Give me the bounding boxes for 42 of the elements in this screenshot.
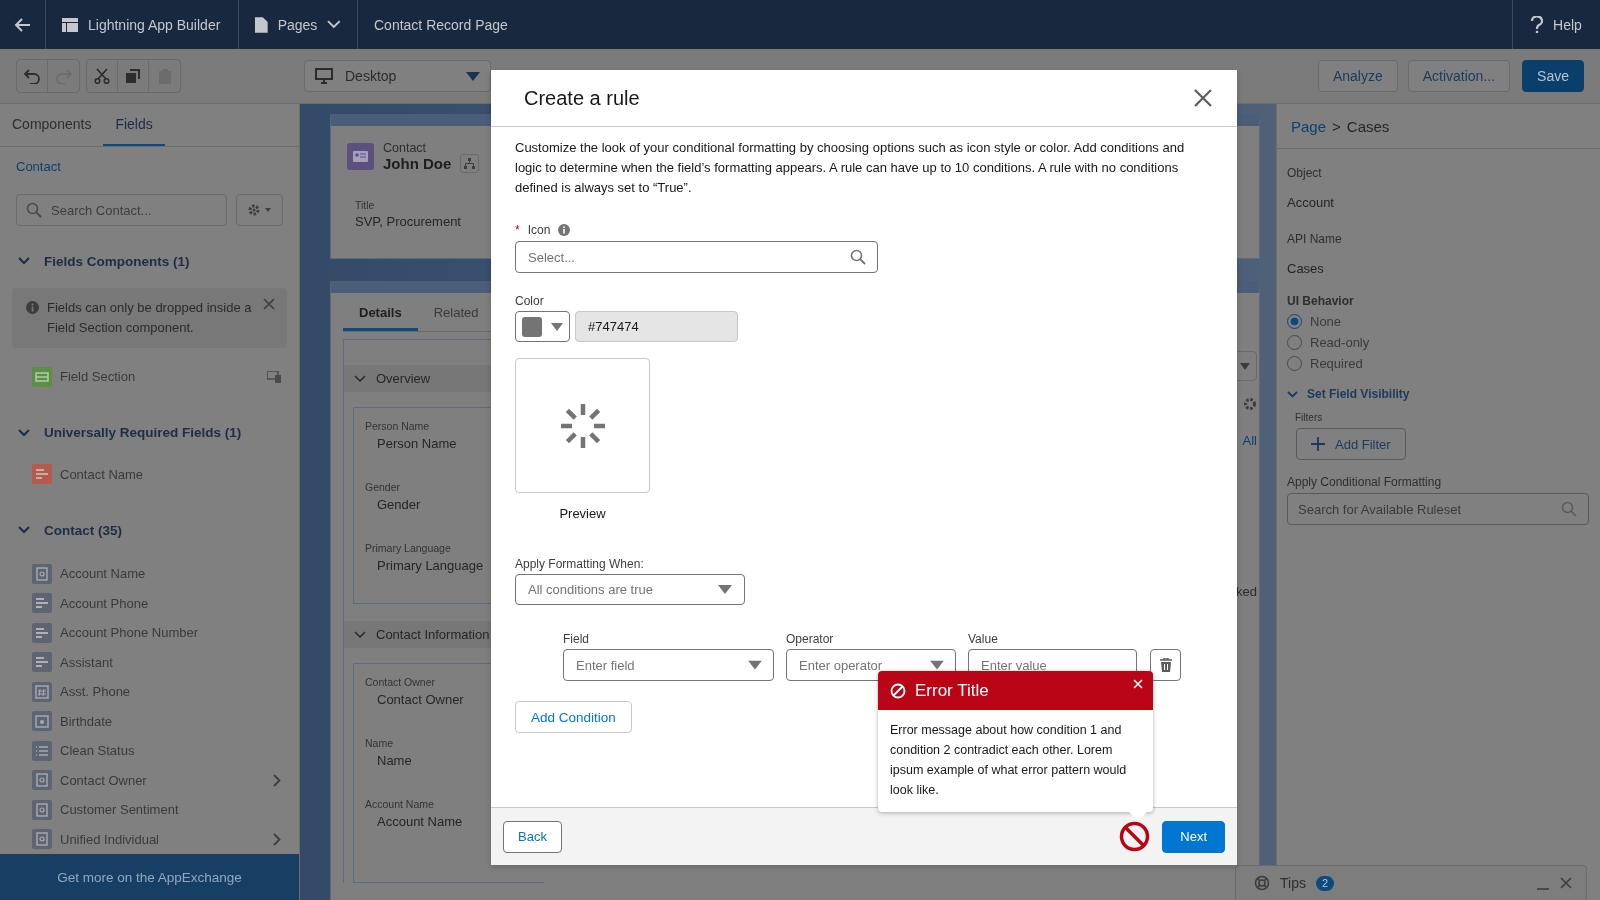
dialog-title: Create a rule [524, 86, 641, 110]
property-value: Account [1287, 195, 1334, 210]
error-message: Error message about how condition 1 and condition 2 contradict each other. Lorem ipsum example of what error pattern would look like. [889, 722, 1128, 799]
object-label: Contact [383, 141, 428, 155]
field-value: Gender [376, 497, 421, 512]
field-value: Account Name [376, 814, 463, 829]
field-value: Name [376, 753, 412, 768]
field-label: Person Name [365, 420, 430, 432]
breadcrumb-separator: > [1332, 117, 1341, 135]
field-label: Name [365, 737, 393, 749]
field-label: Color [515, 294, 544, 308]
breadcrumb-current: Cases [1346, 117, 1390, 135]
property-value: Cases [1287, 261, 1324, 276]
ui-behavior-label: UI Behavior [1287, 294, 1354, 308]
field-label: Contact Owner [365, 676, 436, 688]
record-name: John Doe [383, 155, 452, 172]
field-label: Operator [786, 632, 835, 646]
tips-label: Tips [1280, 875, 1306, 891]
formatting-label: Apply Conditional Formatting [1287, 475, 1442, 489]
field-value: Contact Owner [376, 692, 464, 707]
dialog-description: Customize the look of your conditional formatting by choosing options such as icon style or color. Add conditions and logic to determine when the field’s formatting appears. A rule can have up to 10 conditions. A rule with no conditions defined is always set to “True”. [515, 139, 1186, 197]
field-value: Primary Language [376, 558, 484, 573]
field-label: Apply Formatting When: [515, 557, 644, 571]
field-value: SVP, Procurement [355, 214, 461, 229]
field-label: Account Name [365, 798, 434, 810]
field-label: Icon [527, 223, 551, 237]
field-label: Value [968, 632, 999, 646]
property-label: API Name [1287, 232, 1342, 246]
field-label: Primary Language [365, 542, 451, 554]
field-label: Gender [365, 481, 401, 493]
property-label: Object [1287, 166, 1322, 180]
notice-text: Fields can only be dropped inside a Field Section component. [47, 299, 253, 337]
required-mark: * [515, 223, 520, 237]
field-label: Field [563, 632, 590, 646]
page-name: Contact Record Page [373, 15, 509, 35]
preview-label: Preview [559, 506, 606, 521]
error-title: Error Title [915, 680, 990, 701]
field-value: Person Name [376, 436, 457, 451]
field-label: Title [355, 199, 375, 211]
tips-count: 2 [1315, 875, 1335, 891]
field-text: ked [1236, 584, 1257, 599]
filters-label: Filters [1295, 412, 1323, 423]
